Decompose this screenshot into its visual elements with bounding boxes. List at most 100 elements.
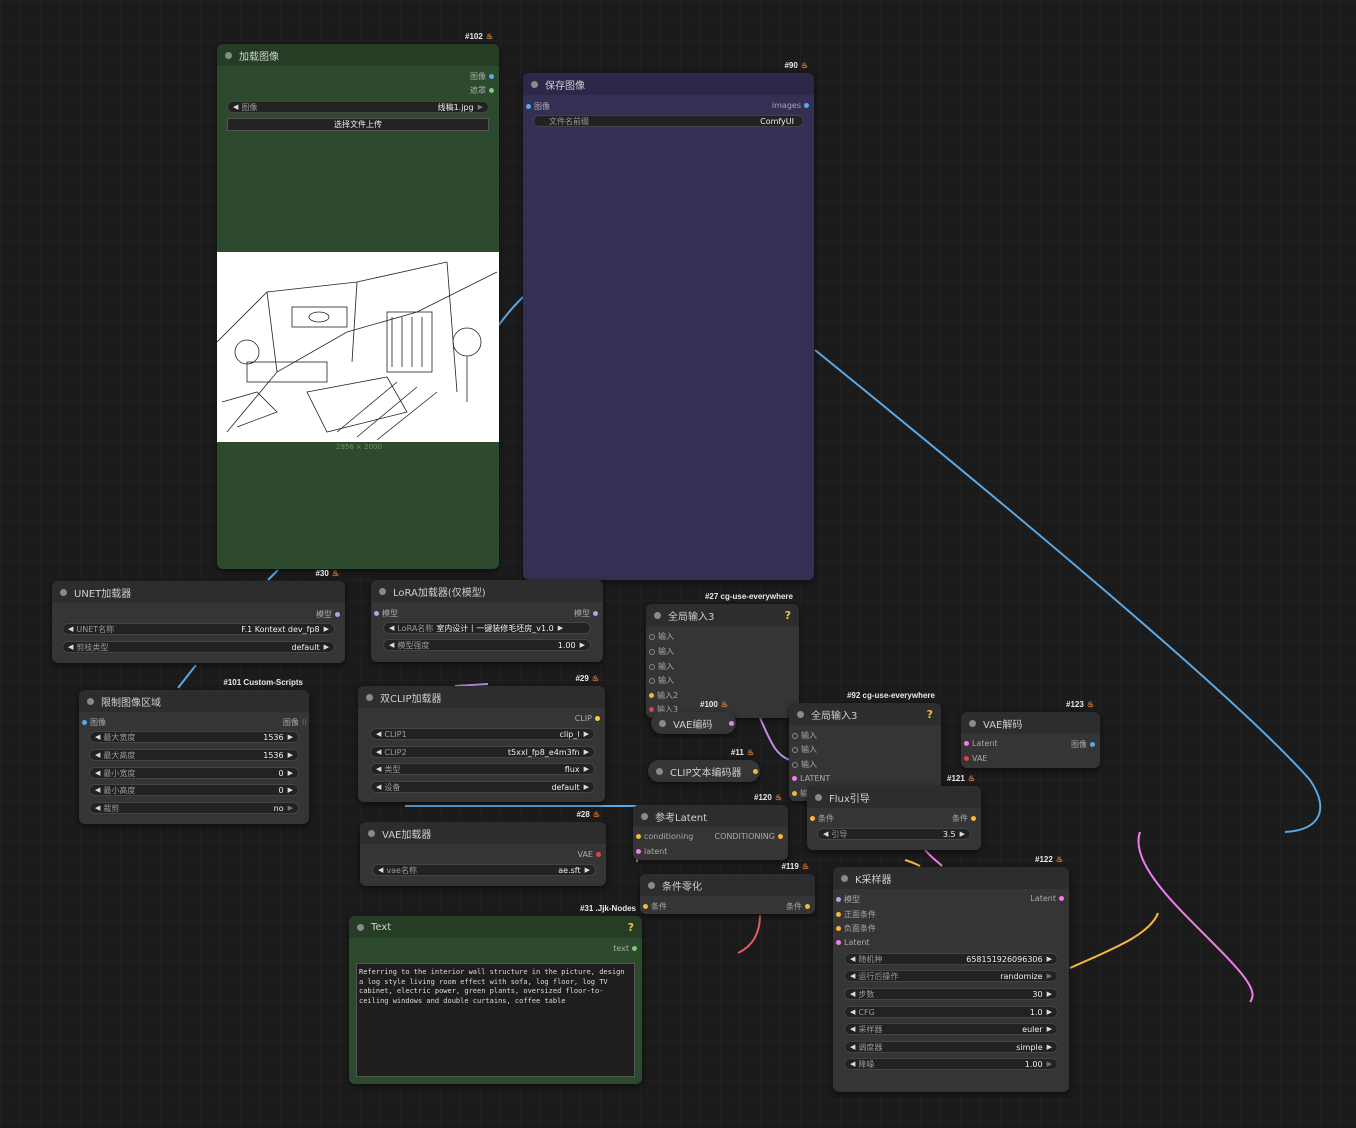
node-title-bar[interactable]: Flux引导: [807, 786, 981, 808]
arrow-left-icon[interactable]: ◀: [233, 103, 238, 111]
input-pin-icon[interactable]: [964, 741, 969, 746]
input-anything-5[interactable]: 输入2: [646, 690, 678, 701]
output-image[interactable]: 图像: [1071, 739, 1098, 750]
arrow-left-icon[interactable]: ◀: [95, 733, 100, 741]
arrow-right-icon[interactable]: ▶: [584, 748, 589, 756]
input-pin-icon[interactable]: [649, 633, 655, 640]
arrow-right-icon[interactable]: ▶: [960, 830, 965, 838]
input-pin-icon[interactable]: [649, 663, 655, 670]
guidance-widget[interactable]: ◀ 引导 3.5 ▶: [817, 828, 971, 840]
arrow-right-icon[interactable]: ▶: [580, 641, 585, 649]
output-pin-icon[interactable]: [335, 612, 340, 617]
input-pin-icon[interactable]: [643, 904, 648, 909]
arrow-right-icon[interactable]: ▶: [1047, 955, 1052, 963]
input-latent[interactable]: Latent: [961, 739, 998, 748]
input-pin-icon[interactable]: [636, 849, 641, 854]
output-latent[interactable]: Latent: [1030, 894, 1067, 903]
seed-widget[interactable]: ◀ 随机种 658151926096306 ▶: [844, 953, 1058, 965]
input-negative[interactable]: 负面条件: [833, 923, 876, 934]
arrow-left-icon[interactable]: ◀: [389, 641, 394, 649]
node-title-bar[interactable]: 双CLIP加载器: [358, 686, 605, 708]
arrow-left-icon[interactable]: ◀: [850, 955, 855, 963]
arrow-right-icon[interactable]: ▶: [324, 643, 329, 651]
output-clip[interactable]: CLIP: [575, 714, 603, 723]
output-conditioning[interactable]: 条件: [952, 813, 979, 824]
max-width-widget[interactable]: ◀ 最大宽度 1536 ▶: [89, 731, 299, 743]
min-width-widget[interactable]: ◀ 最小宽度 0 ▶: [89, 767, 299, 779]
reference-latent-node[interactable]: #120 ♨ 参考Latent conditioning CONDITIONING…: [633, 793, 788, 860]
arrow-left-icon[interactable]: ◀: [850, 1025, 855, 1033]
arrow-left-icon[interactable]: ◀: [95, 751, 100, 759]
output-pin-icon[interactable]: [729, 720, 734, 726]
output-model[interactable]: 模型: [574, 608, 601, 619]
steps-widget[interactable]: ◀ 步数 30 ▶: [844, 988, 1058, 1000]
output-image[interactable]: 图像 ⁝⁝: [283, 717, 307, 728]
input-image[interactable]: 图像: [79, 717, 106, 728]
text-node[interactable]: #31 .Jjk-Nodes Text? text Referring to t…: [349, 904, 642, 1084]
input-pin-icon[interactable]: [792, 761, 798, 768]
input-model[interactable]: 模型: [371, 608, 398, 619]
node-title-bar[interactable]: 保存图像: [523, 73, 814, 95]
arrow-left-icon[interactable]: ◀: [378, 866, 383, 874]
output-pin-icon[interactable]: [1090, 742, 1095, 747]
arrow-right-icon[interactable]: ▶: [478, 103, 483, 111]
arrow-right-icon[interactable]: ▶: [1047, 1060, 1052, 1068]
arrow-left-icon[interactable]: ◀: [850, 1008, 855, 1016]
arrow-left-icon[interactable]: ◀: [95, 769, 100, 777]
min-height-widget[interactable]: ◀ 最小高度 0 ▶: [89, 784, 299, 796]
vae-encode-node[interactable]: #100 ♨ VAE编码: [651, 700, 736, 734]
node-title-bar[interactable]: 全局输入3?: [646, 604, 799, 626]
prompt-textarea[interactable]: Referring to the interior wall structure…: [356, 963, 635, 1077]
vae-name-widget[interactable]: ◀ vae名称 ae.sft ▶: [372, 864, 596, 876]
input-latent[interactable]: LATENT: [789, 774, 830, 783]
weight-dtype-widget[interactable]: ◀ 剪枝类型 default ▶: [62, 641, 335, 653]
input-pin-icon[interactable]: [810, 816, 815, 821]
arrow-left-icon[interactable]: ◀: [823, 830, 828, 838]
node-title-bar[interactable]: VAE编码: [651, 712, 736, 734]
input-conditioning[interactable]: conditioning: [633, 832, 693, 841]
node-title-bar[interactable]: Text?: [349, 916, 642, 938]
collapse-dot-icon[interactable]: [366, 693, 373, 701]
arrow-right-icon[interactable]: ▶: [288, 804, 293, 812]
collapse-dot-icon[interactable]: [357, 923, 364, 931]
device-widget[interactable]: ◀ 设备 default ▶: [370, 781, 595, 793]
output-text[interactable]: text: [613, 944, 640, 953]
arrow-right-icon[interactable]: ▶: [558, 624, 563, 632]
input-pin-icon[interactable]: [374, 611, 379, 616]
collapse-dot-icon[interactable]: [368, 829, 375, 837]
vae-loader-node[interactable]: #28 ♨ VAE加载器 VAE ◀ vae名称 ae.sft ▶: [360, 810, 606, 886]
input-pin-icon[interactable]: [792, 776, 797, 781]
lora-loader-node[interactable]: LoRA加载器(仅模型) 模型 模型 ◀ LoRA名称 室内设计丨一键装修毛坯房_v…: [371, 580, 603, 662]
max-height-widget[interactable]: ◀ 最大高度 1536 ▶: [89, 749, 299, 761]
collapse-dot-icon[interactable]: [654, 611, 661, 619]
ksampler-node[interactable]: #122 ♨ K采样器 模型 Latent 正面条件 负面条件 Latent ◀ 随…: [833, 855, 1069, 1092]
input-pin-icon[interactable]: [792, 746, 798, 753]
arrow-right-icon[interactable]: ▶: [1047, 1043, 1052, 1051]
save-image-node[interactable]: #90 ♨ 保存图像 图像 images 文件名前缀 ComfyUI: [523, 61, 814, 580]
help-icon[interactable]: ?: [628, 921, 634, 934]
filename-prefix-widget[interactable]: 文件名前缀 ComfyUI: [533, 115, 804, 127]
arrow-right-icon[interactable]: ▶: [1047, 1025, 1052, 1033]
collapse-dot-icon[interactable]: [648, 881, 655, 889]
output-vae[interactable]: VAE: [578, 850, 605, 859]
arrow-left-icon[interactable]: ◀: [95, 804, 100, 812]
collapse-dot-icon[interactable]: [225, 51, 232, 59]
collapse-dot-icon[interactable]: [87, 697, 94, 705]
help-icon[interactable]: ?: [927, 708, 933, 721]
unet-loader-node[interactable]: #30 ♨ UNET加载器 模型 ◀ UNET名称 F.1 Kontext dev_f…: [52, 569, 345, 663]
input-image[interactable]: 图像: [523, 101, 550, 112]
collapse-dot-icon[interactable]: [841, 874, 848, 882]
arrow-left-icon[interactable]: ◀: [376, 765, 381, 773]
output-pin-icon[interactable]: [489, 74, 494, 79]
node-title-bar[interactable]: 限制图像区域: [79, 690, 309, 712]
flux-guidance-node[interactable]: #121 ♨ Flux引导 条件 条件 ◀ 引导 3.5 ▶: [807, 774, 981, 850]
arrow-left-icon[interactable]: ◀: [68, 625, 73, 633]
input-pin-icon[interactable]: [836, 926, 841, 931]
image-select-widget[interactable]: ◀ 图像 线稿1.jpg ▶: [227, 101, 489, 113]
node-title-bar[interactable]: 条件零化: [640, 874, 815, 896]
input-anything-1[interactable]: 输入: [646, 631, 674, 642]
arrow-right-icon[interactable]: ▶: [1047, 1008, 1052, 1016]
collapse-dot-icon[interactable]: [656, 767, 663, 775]
output-pin-icon[interactable]: [1059, 896, 1064, 901]
input-conditioning[interactable]: 条件: [640, 901, 667, 912]
